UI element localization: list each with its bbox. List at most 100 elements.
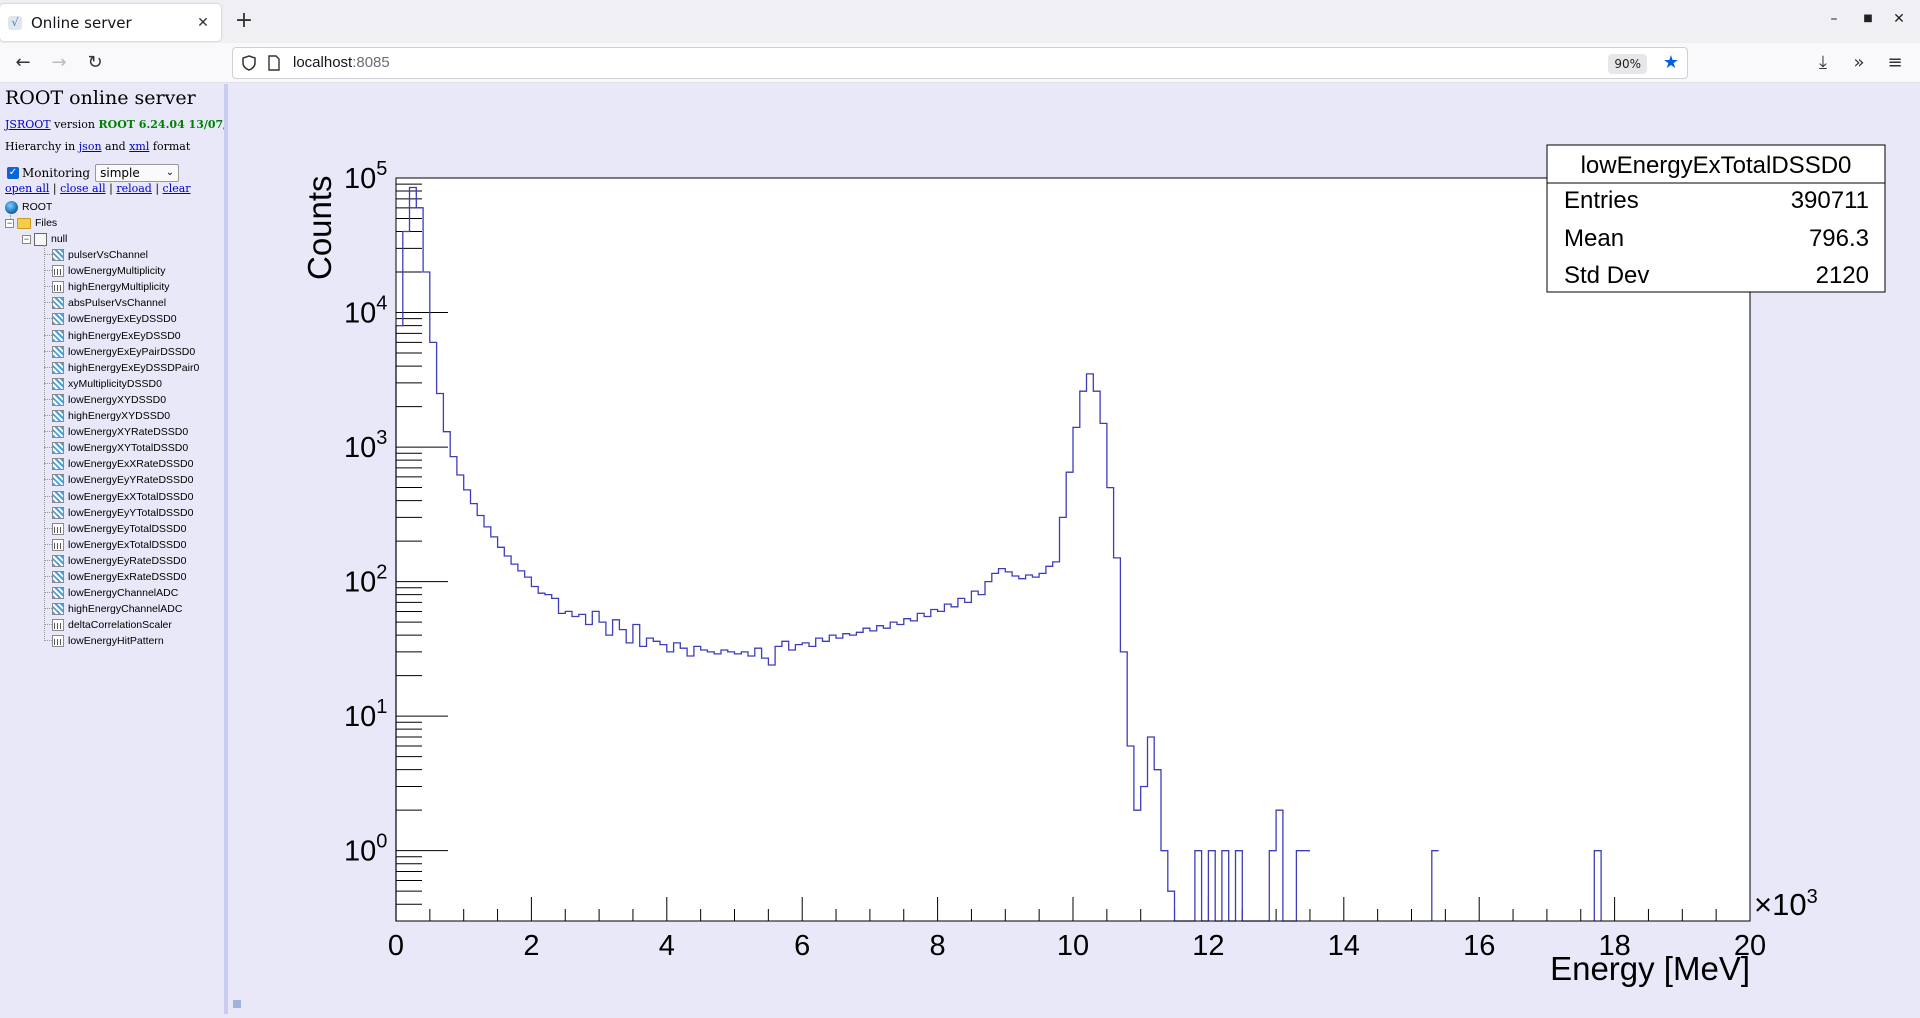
stats-label-entries: Entries — [1564, 187, 1639, 214]
stats-value-mean: 796.3 — [1809, 225, 1869, 252]
shield-icon[interactable] — [241, 55, 257, 71]
forward-icon[interactable]: → — [46, 50, 72, 76]
collapse-toggle-icon[interactable]: − — [5, 218, 14, 228]
tree-item[interactable]: lowEnergyXYTotalDSSD0 — [52, 440, 188, 456]
app-menu-icon[interactable]: ≡ — [1882, 50, 1908, 76]
histogram-canvas[interactable]: 100 101 102 103 104 105 0 2 4 6 8 10 12 14 16 18 20 Cou… — [229, 84, 1920, 1014]
tree-item[interactable]: highEnergyChannelADC — [52, 601, 182, 617]
stats-label-mean: Mean — [1564, 225, 1624, 252]
th2-icon — [52, 377, 64, 390]
stats-title: lowEnergyExTotalDSSD0 — [1581, 152, 1852, 179]
th2-icon — [52, 506, 64, 519]
tree-item-label: highEnergyChannelADC — [68, 603, 183, 616]
open-all-link[interactable]: open all — [5, 182, 49, 195]
tree-item[interactable]: lowEnergyExTotalDSSD0 — [52, 537, 186, 553]
monitoring-mode-select[interactable]: simple ⌄ — [95, 164, 180, 182]
tree-node-root[interactable]: ROOT — [5, 199, 52, 215]
tree-item[interactable]: lowEnergyEyTotalDSSD0 — [52, 521, 186, 537]
th1-icon — [52, 619, 64, 632]
tree-item[interactable]: absPulserVsChannel — [52, 295, 166, 311]
x-tick-label: 6 — [794, 930, 810, 962]
tree-item[interactable]: lowEnergyXYDSSD0 — [52, 392, 166, 408]
url-bar[interactable]: localhost:8085 90% ★ — [232, 47, 1688, 79]
overflow-menu-icon[interactable]: » — [1846, 50, 1872, 76]
zoom-indicator[interactable]: 90% — [1608, 54, 1647, 74]
close-window-icon[interactable]: ✕ — [1889, 11, 1909, 27]
th2-icon — [52, 345, 64, 358]
th1-icon — [52, 538, 64, 551]
tree-item[interactable]: lowEnergyExEyPairDSSD0 — [52, 344, 195, 360]
y-tick-label: 103 — [344, 427, 387, 464]
monitoring-checkbox[interactable]: ✓ — [7, 167, 19, 179]
maximize-icon[interactable]: ■ — [1858, 13, 1878, 24]
x-axis-label: Energy [MeV] — [1550, 950, 1750, 987]
x-tick-label: 10 — [1057, 930, 1089, 962]
tree-item[interactable]: xyMultiplicityDSSD0 — [52, 376, 162, 392]
back-icon[interactable]: ← — [10, 50, 36, 76]
chevron-down-icon: ⌄ — [165, 167, 175, 178]
tree-node-files[interactable]: − Files — [5, 215, 57, 231]
panel-splitter[interactable] — [224, 84, 228, 1014]
xml-link[interactable]: xml — [129, 140, 149, 153]
tree-item[interactable]: lowEnergyEyYTotalDSSD0 — [52, 505, 193, 521]
collapse-toggle-icon[interactable]: − — [22, 234, 31, 244]
clear-link[interactable]: clear — [163, 182, 191, 195]
x-tick-label: 0 — [388, 930, 404, 962]
tree-item[interactable]: lowEnergyMultiplicity — [52, 263, 165, 279]
tree-item[interactable]: pulserVsChannel — [52, 247, 148, 263]
reload-link[interactable]: reload — [116, 182, 152, 195]
bookmark-star-icon[interactable]: ★ — [1663, 52, 1679, 73]
tree-item[interactable]: highEnergyXYDSSD0 — [52, 408, 170, 424]
tree-item[interactable]: lowEnergyChannelADC — [52, 585, 178, 601]
tree-item-label: lowEnergyXYDSSD0 — [68, 393, 167, 406]
page-icon — [268, 55, 280, 71]
tree-item[interactable]: lowEnergyExEyDSSD0 — [52, 311, 177, 327]
th2-icon — [52, 249, 64, 261]
tree-item-label: highEnergyExEyDSSD0 — [68, 329, 181, 342]
th2-icon — [52, 442, 64, 455]
close-tab-icon[interactable]: ✕ — [193, 13, 213, 33]
th2-icon — [52, 393, 64, 406]
th1-icon — [52, 522, 64, 535]
reload-icon[interactable]: ↻ — [82, 50, 108, 76]
hierarchy-format-line: Hierarchy in json and xml format — [5, 140, 191, 153]
minimize-icon[interactable]: – — [1824, 11, 1844, 27]
tree-item-label: lowEnergyExEyPairDSSD0 — [68, 345, 196, 358]
root-file-icon — [34, 232, 47, 246]
new-tab-button[interactable]: + — [232, 10, 256, 34]
x-tick-label: 14 — [1328, 930, 1360, 962]
tree-item-label: absPulserVsChannel — [68, 297, 167, 310]
json-link[interactable]: json — [79, 140, 102, 153]
tree-item[interactable]: lowEnergyExRateDSSD0 — [52, 569, 186, 585]
page-title: ROOT online server — [5, 87, 196, 109]
tree-item[interactable]: lowEnergyEyRateDSSD0 — [52, 553, 186, 569]
globe-icon — [5, 200, 18, 214]
tree-item-label: lowEnergyExEyDSSD0 — [68, 313, 177, 326]
tree-item[interactable]: lowEnergyExXRateDSSD0 — [52, 456, 193, 472]
downloads-icon[interactable]: ⤓ — [1810, 50, 1836, 76]
tree-item[interactable]: lowEnergyExXTotalDSSD0 — [52, 489, 193, 505]
browser-tab[interactable]: √ Online server ✕ — [0, 4, 221, 41]
tree-item[interactable]: highEnergyMultiplicity — [52, 279, 170, 295]
stats-box[interactable]: lowEnergyExTotalDSSD0 Entries 390711 Mea… — [1546, 144, 1886, 293]
monitoring-row: ✓ Monitoring simple ⌄ — [7, 164, 180, 182]
tree-item[interactable]: highEnergyExEyDSSD0 — [52, 328, 181, 344]
tree-item-label: highEnergyExEyDSSDPair0 — [68, 361, 200, 374]
th2-icon — [52, 603, 64, 616]
histogram-plot[interactable]: 100101102103104105 0 2 4 6 8 10 12 14 16 18 20 Cou… — [229, 84, 1920, 1014]
x-tick-label: 16 — [1463, 930, 1495, 962]
tree-item[interactable]: deltaCorrelationScaler — [52, 617, 172, 633]
th2-icon — [52, 587, 64, 600]
tree-item[interactable]: highEnergyExEyDSSDPair0 — [52, 360, 199, 376]
tree-item[interactable]: lowEnergyHitPattern — [52, 633, 164, 649]
version-line: JSROOT version ROOT 6.24.04 13/07/2 — [5, 118, 224, 131]
tab-title: Online server — [31, 13, 132, 32]
url-text[interactable]: localhost:8085 — [293, 54, 390, 71]
tree-item-label: highEnergyMultiplicity — [68, 281, 170, 294]
resize-handle[interactable] — [233, 1000, 241, 1008]
close-all-link[interactable]: close all — [60, 182, 106, 195]
tree-item[interactable]: lowEnergyXYRateDSSD0 — [52, 424, 188, 440]
jsroot-link[interactable]: JSROOT — [5, 118, 51, 131]
stats-value-stddev: 2120 — [1816, 262, 1869, 289]
tree-item[interactable]: lowEnergyEyYRateDSSD0 — [52, 472, 193, 488]
